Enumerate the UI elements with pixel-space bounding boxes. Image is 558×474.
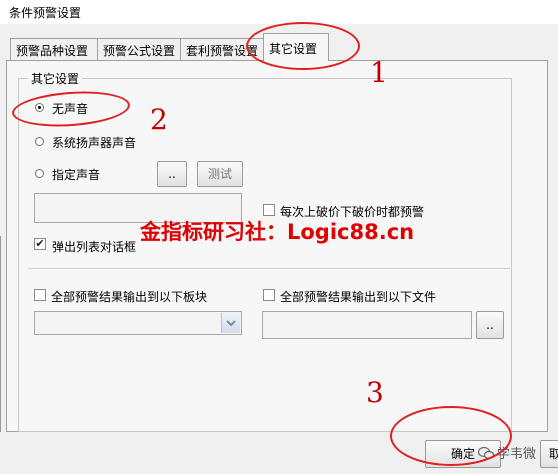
annotation-number-1: 1 <box>370 56 388 89</box>
browse-sound-button[interactable]: .. <box>157 161 187 187</box>
output-file-field[interactable] <box>262 311 472 339</box>
tab-formula[interactable]: 预警公式设置 <box>97 38 181 60</box>
checkbox-output-file-label: 全部预警结果输出到以下文件 <box>280 290 437 304</box>
checkbox-output-block-label: 全部预警结果输出到以下板块 <box>51 290 208 304</box>
block-select[interactable] <box>34 311 242 335</box>
annotation-number-2: 2 <box>150 103 168 136</box>
checkbox-output-block[interactable] <box>34 289 46 301</box>
radio-custom-sound-label: 指定声音 <box>52 168 101 182</box>
checkbox-popup-dialog-label: 弹出列表对话框 <box>52 240 137 254</box>
test-sound-button[interactable]: 测试 <box>197 161 243 187</box>
radio-system-speaker-label: 系统扬声器声音 <box>52 136 137 150</box>
browse-file-button[interactable]: .. <box>476 311 504 339</box>
window-edge <box>0 236 5 436</box>
radio-system-speaker[interactable] <box>35 137 44 146</box>
checkbox-popup-dialog[interactable]: ✔ <box>34 238 46 250</box>
title-bar <box>0 0 558 24</box>
chevron-down-icon[interactable] <box>221 313 240 333</box>
annotation-number-3: 3 <box>366 376 384 409</box>
tab-other[interactable]: 其它设置 <box>263 33 329 61</box>
tab-variety[interactable]: 预警品种设置 <box>10 38 98 60</box>
group-separator <box>28 268 510 270</box>
radio-custom-sound[interactable] <box>35 169 44 178</box>
checkbox-break-alert[interactable] <box>263 204 275 216</box>
window-title: 条件预警设置 <box>9 6 82 20</box>
checkbox-output-file[interactable] <box>263 289 275 301</box>
annotation-ellipse-3 <box>390 406 512 466</box>
next-button[interactable]: 取 <box>540 440 558 468</box>
groupbox-label: 其它设置 <box>28 70 83 87</box>
next-button-label: 取 <box>549 447 558 461</box>
watermark-text: 金指标研习社：Logic88.cn <box>140 220 415 244</box>
settings-groupbox <box>18 78 512 432</box>
